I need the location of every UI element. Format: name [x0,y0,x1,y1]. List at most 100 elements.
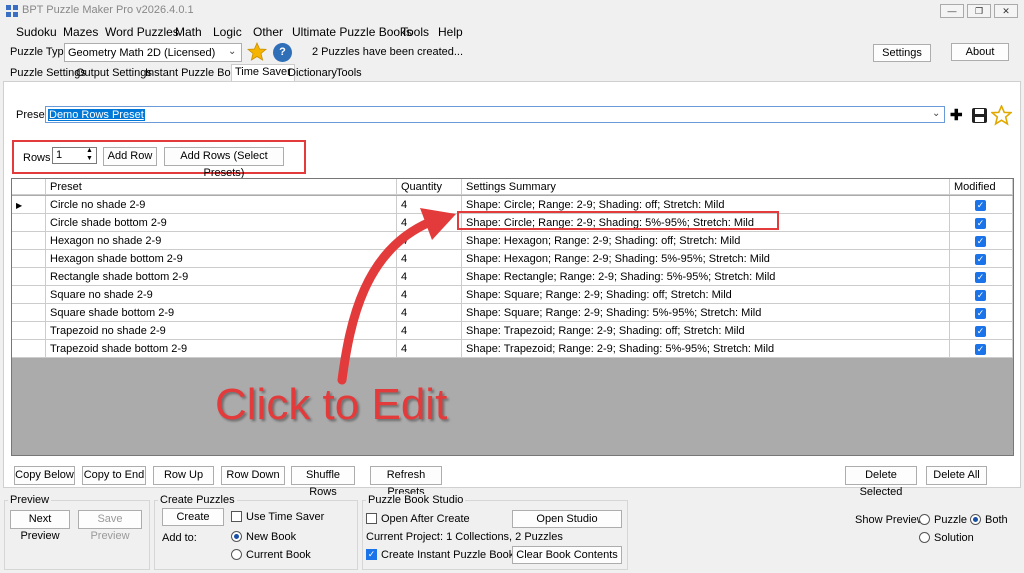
settings-summary-cell[interactable]: Shape: Trapezoid; Range: 2-9; Shading: 5… [462,340,950,358]
modified-checkbox[interactable]: ✓ [975,236,986,247]
rows-stepper[interactable]: 1 ▲ ▼ [52,147,97,164]
help-icon[interactable]: ? [273,43,292,62]
menu-mazes[interactable]: Mazes [63,25,98,39]
modified-checkbox[interactable]: ✓ [975,254,986,265]
modified-checkbox[interactable]: ✓ [975,290,986,301]
settings-summary-cell[interactable]: Shape: Hexagon; Range: 2-9; Shading: 5%-… [462,250,950,268]
modified-cell[interactable]: ✓ [950,286,1013,304]
create-instant-puzzle-book-checkbox[interactable]: ✓ [366,549,377,560]
save-preset-icon[interactable] [971,107,988,124]
table-row[interactable]: Square shade bottom 2-9⌄4Shape: Square; … [12,304,1013,322]
modified-checkbox[interactable]: ✓ [975,272,986,283]
table-row[interactable]: Hexagon no shade 2-9⌄4Shape: Hexagon; Ra… [12,232,1013,250]
table-row[interactable]: Rectangle shade bottom 2-9⌄4Shape: Recta… [12,268,1013,286]
menu-logic[interactable]: Logic [213,25,242,39]
table-row[interactable]: Trapezoid shade bottom 2-9⌄4Shape: Trape… [12,340,1013,358]
copy-below-button[interactable]: Copy Below [14,466,75,485]
settings-summary-cell[interactable]: Shape: Hexagon; Range: 2-9; Shading: off… [462,232,950,250]
menu-bar: Sudoku Mazes Word Puzzles Math Logic Oth… [0,22,1024,41]
create-button[interactable]: Create [162,508,224,526]
open-studio-button[interactable]: Open Studio [512,510,622,528]
modified-cell[interactable]: ✓ [950,322,1013,340]
click-to-edit-annotation: Click to Edit [215,380,448,429]
copy-to-end-button[interactable]: Copy to End [82,466,146,485]
settings-button[interactable]: Settings [873,44,931,62]
row-header-cell[interactable] [12,250,46,268]
close-button[interactable]: ✕ [994,4,1018,18]
add-preset-icon[interactable]: ✚ [950,106,963,124]
modified-checkbox[interactable]: ✓ [975,308,986,319]
modified-cell[interactable]: ✓ [950,196,1013,214]
row-header-cell[interactable] [12,286,46,304]
menu-tools[interactable]: Tools [401,25,429,39]
grid-header-quantity[interactable]: Quantity [397,179,462,195]
settings-summary-cell[interactable]: Shape: Square; Range: 2-9; Shading: off;… [462,286,950,304]
add-row-button[interactable]: Add Row [103,147,157,166]
row-header-cell[interactable]: ▶ [12,196,46,214]
clear-book-contents-button[interactable]: Clear Book Contents [512,546,622,564]
settings-summary-cell[interactable]: Shape: Trapezoid; Range: 2-9; Shading: o… [462,322,950,340]
modified-cell[interactable]: ✓ [950,214,1013,232]
delete-selected-button[interactable]: Delete Selected [845,466,917,498]
favorite-star-icon[interactable] [247,42,267,62]
show-preview-both-radio[interactable] [970,514,981,525]
settings-summary-cell[interactable]: Shape: Square; Range: 2-9; Shading: 5%-9… [462,304,950,322]
save-preview-button[interactable]: Save Preview [78,510,142,542]
table-row[interactable]: Square no shade 2-9⌄4Shape: Square; Rang… [12,286,1013,304]
menu-help[interactable]: Help [438,25,463,39]
next-preview-button[interactable]: Next Preview [10,510,70,542]
about-button[interactable]: About [951,43,1009,61]
modified-checkbox[interactable]: ✓ [975,200,986,211]
preset-combobox[interactable]: Demo Rows Preset ⌄ [45,106,945,123]
puzzle-type-label: Puzzle Type [10,46,70,58]
stepper-down-icon[interactable]: ▼ [86,155,93,162]
modified-cell[interactable]: ✓ [950,304,1013,322]
row-header-cell[interactable] [12,232,46,250]
show-preview-puzzle-radio[interactable] [919,514,930,525]
modified-cell[interactable]: ✓ [950,340,1013,358]
row-header-cell[interactable] [12,214,46,232]
delete-all-button[interactable]: Delete All [926,466,987,485]
shuffle-rows-button[interactable]: Shuffle Rows [291,466,355,498]
modified-cell[interactable]: ✓ [950,250,1013,268]
stepper-up-icon[interactable]: ▲ [86,147,93,154]
table-row[interactable]: Hexagon shade bottom 2-9⌄4Shape: Hexagon… [12,250,1013,268]
settings-summary-cell[interactable]: Shape: Rectangle; Range: 2-9; Shading: 5… [462,268,950,286]
row-header-cell[interactable] [12,304,46,322]
favorite-preset-star-icon[interactable] [991,105,1012,126]
menu-ultimate-puzzle-books[interactable]: Ultimate Puzzle Books [292,25,412,39]
preset-value: Demo Rows Preset [48,109,145,121]
open-after-create-checkbox[interactable] [366,513,377,524]
grid-header-modified[interactable]: Modified [950,179,1013,195]
current-book-radio[interactable] [231,549,242,560]
modified-checkbox[interactable]: ✓ [975,218,986,229]
modified-checkbox[interactable]: ✓ [975,326,986,337]
puzzle-type-select[interactable]: Geometry Math 2D (Licensed) ⌄ [64,43,242,62]
new-book-radio[interactable] [231,531,242,542]
tab-tools[interactable]: Tools [333,66,365,81]
create-instant-puzzle-book-label: Create Instant Puzzle Book [381,549,515,561]
row-header-cell[interactable] [12,322,46,340]
menu-math[interactable]: Math [175,25,202,39]
grid-header-preset[interactable]: Preset [46,179,397,195]
row-header-cell[interactable] [12,340,46,358]
modified-checkbox[interactable]: ✓ [975,344,986,355]
grid-header-settings-summary[interactable]: Settings Summary [462,179,950,195]
chevron-down-icon: ⌄ [932,108,941,119]
use-time-saver-checkbox[interactable] [231,511,242,522]
refresh-presets-button[interactable]: Refresh Presets [370,466,442,498]
restore-button[interactable]: ❐ [967,4,991,18]
modified-cell[interactable]: ✓ [950,232,1013,250]
row-up-button[interactable]: Row Up [153,466,214,485]
menu-sudoku[interactable]: Sudoku [16,25,57,39]
row-down-button[interactable]: Row Down [221,466,285,485]
table-row[interactable]: Trapezoid no shade 2-9⌄4Shape: Trapezoid… [12,322,1013,340]
tab-dictionary[interactable]: Dictionary [285,66,340,81]
menu-other[interactable]: Other [253,25,283,39]
row-header-cell[interactable] [12,268,46,286]
minimize-button[interactable]: — [940,4,964,18]
menu-word-puzzles[interactable]: Word Puzzles [105,25,179,39]
add-rows-select-presets-button[interactable]: Add Rows (Select Presets) [164,147,284,179]
show-preview-solution-radio[interactable] [919,532,930,543]
modified-cell[interactable]: ✓ [950,268,1013,286]
